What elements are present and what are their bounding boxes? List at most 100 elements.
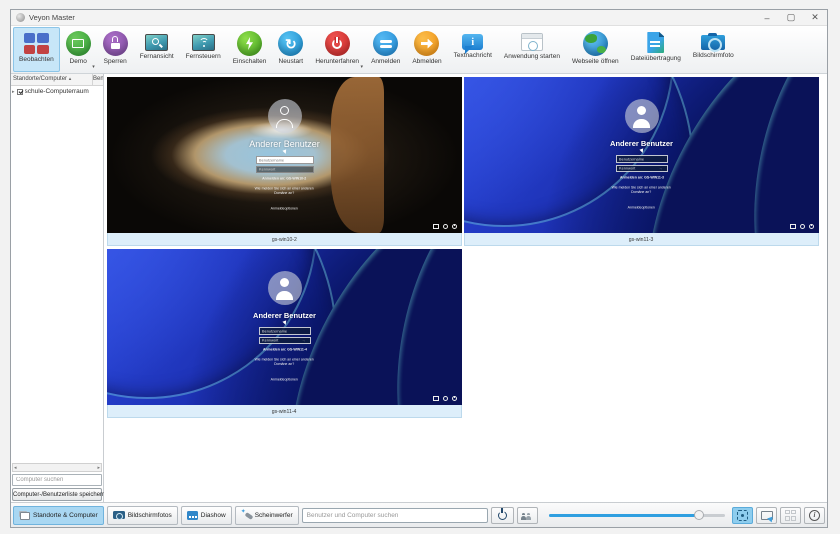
toolbar-button-neustart[interactable]: ↻ Neustart (272, 27, 309, 72)
network-icon[interactable] (790, 224, 796, 229)
chevron-down-icon[interactable]: ▾ (361, 64, 364, 70)
toolbar-button-bildschirmfoto[interactable]: Bildschirmfoto (687, 27, 740, 72)
sort-ascending-icon: ▴ (69, 76, 72, 82)
remote-control-icon (192, 34, 215, 51)
power-icon[interactable] (452, 224, 457, 229)
username-field[interactable]: Benutzername (616, 155, 668, 163)
computer-name-label: gs-win11-3 (464, 233, 819, 246)
grid-view-icon (785, 510, 796, 521)
locations-computers-panel: Standorte/Computer ▴ Benutzer ▸ schule-C… (11, 74, 104, 502)
toolbar-button-demo[interactable]: Demo ▾ (60, 27, 97, 72)
tab-bildschirmfotos[interactable]: Bildschirmfotos (107, 506, 178, 525)
username-field[interactable]: Benutzername (259, 327, 311, 335)
scroll-left-icon[interactable]: ◂ (13, 465, 18, 471)
toolbar-button-anmelden[interactable]: Anmelden (365, 27, 406, 72)
text-message-icon: i (462, 34, 483, 50)
toolbar-button-sperren[interactable]: Sperren (97, 27, 134, 72)
scroll-right-icon[interactable]: ▸ (96, 465, 101, 471)
computer-tree: ▸ schule-Computerraum (11, 86, 103, 463)
monitoring-grid-icon (24, 33, 49, 54)
mouse-cursor-icon (282, 320, 287, 325)
password-field[interactable]: Kennwort→ (259, 337, 311, 344)
toolbar-button-fernansicht[interactable]: Fernansicht (134, 27, 180, 72)
logon-target-text: Anmelden an: GS-WIN11-4 (263, 348, 307, 352)
chevron-down-icon[interactable]: ▾ (92, 64, 95, 70)
info-button[interactable]: i (804, 507, 825, 524)
tree-item-schule-computerraum[interactable]: ▸ schule-Computerraum (11, 86, 103, 97)
computer-search-input[interactable] (12, 474, 102, 486)
toolbar-button-herunterfahren[interactable]: Herunterfahren ▾ (309, 27, 365, 72)
computer-name-label: gs-win11-4 (107, 405, 462, 418)
power-master-button[interactable] (491, 507, 514, 524)
user-computer-search-input[interactable] (302, 508, 488, 523)
slider-handle[interactable] (694, 510, 704, 520)
signin-options-link[interactable]: Anmeldeoptionen (628, 206, 655, 210)
accessibility-icon[interactable] (800, 224, 805, 229)
power-icon[interactable] (452, 396, 457, 401)
thumbnail-size-slider[interactable] (549, 507, 725, 524)
minimize-button[interactable]: – (755, 10, 779, 25)
tab-standorte-computer[interactable]: Standorte & Computer (13, 506, 104, 525)
app-icon (16, 13, 25, 22)
computer-thumbnail-gs-win11-3[interactable]: Anderer Benutzer Benutzername Kennwort→ … (464, 77, 819, 246)
username-field[interactable]: Benutzername (256, 156, 314, 164)
tab-scheinwerfer[interactable]: Scheinwerfer (235, 506, 299, 525)
reboot-icon: ↻ (278, 31, 303, 56)
computer-thumbnail-gs-win10-2[interactable]: Anderer Benutzer Benutzername Kennwort A… (107, 77, 462, 246)
computer-name-label: gs-win10-2 (107, 233, 462, 246)
screenshot-icon (701, 35, 725, 50)
auto-fit-button[interactable] (732, 507, 753, 524)
accessibility-icon[interactable] (443, 224, 448, 229)
login-screen: Anderer Benutzer Benutzername Kennwort→ … (107, 249, 462, 405)
password-field[interactable]: Kennwort→ (616, 165, 668, 172)
toolbar-button-fernsteuern[interactable]: Fernsteuern (180, 27, 227, 72)
veyon-master-window: Veyon Master – ▢ ✕ Beobachten Demo ▾ Spe… (10, 9, 828, 528)
toolbar-button-einschalten[interactable]: Einschalten (227, 27, 273, 72)
toolbar-button-abmelden[interactable]: Abmelden (406, 27, 447, 72)
signin-options-link[interactable]: Anmeldeoptionen (271, 378, 298, 382)
maximize-button[interactable]: ▢ (779, 10, 803, 25)
tab-diashow[interactable]: Diashow (181, 506, 232, 525)
toolbar-button-beobachten[interactable]: Beobachten (13, 27, 60, 72)
demo-presentation-icon (66, 31, 91, 56)
spotlight-icon (241, 510, 252, 520)
power-on-icon (237, 31, 262, 56)
power-icon[interactable] (809, 224, 814, 229)
submit-arrow-icon[interactable]: → (302, 339, 305, 342)
horizontal-scrollbar[interactable]: ◂ ▸ (12, 463, 102, 472)
monitoring-area: Anderer Benutzer Benutzername Kennwort A… (104, 74, 827, 502)
bottom-bar: Standorte & Computer Bildschirmfotos Dia… (11, 502, 827, 527)
submit-arrow-icon[interactable]: → (659, 167, 662, 170)
password-field[interactable]: Kennwort (256, 166, 314, 173)
locations-computers-icon (19, 511, 30, 520)
save-computer-list-button[interactable]: Computer-/Benutzerliste speichern (12, 488, 102, 501)
signin-options-link[interactable]: Anmeldeoptionen (271, 207, 298, 211)
window-title: Veyon Master (29, 13, 755, 22)
toolbar-button-anwendung-starten[interactable]: Anwendung starten (498, 27, 566, 72)
close-button[interactable]: ✕ (803, 10, 827, 25)
custom-arrangement-icon (761, 511, 773, 520)
checkbox-checked-icon[interactable] (17, 89, 23, 95)
accessibility-icon[interactable] (443, 396, 448, 401)
toolbar-button-textnachricht[interactable]: i Textnachricht (448, 27, 498, 72)
login-users-icon (521, 511, 533, 520)
lock-icon (103, 31, 128, 56)
custom-arrangement-button[interactable] (756, 507, 777, 524)
tree-header[interactable]: Standorte/Computer ▴ Benutzer (11, 74, 103, 86)
network-icon[interactable] (433, 224, 439, 229)
login-tray (433, 224, 457, 229)
mouse-cursor-icon (282, 149, 287, 154)
toolbar-button-webseite-oeffnen[interactable]: Webseite öffnen (566, 27, 625, 72)
title-bar[interactable]: Veyon Master – ▢ ✕ (11, 10, 827, 26)
login-users-button[interactable] (517, 507, 538, 524)
toolbar-button-dateiuebertragung[interactable]: Dateiübertragung (625, 27, 687, 72)
network-icon[interactable] (433, 396, 439, 401)
open-website-icon (583, 31, 608, 56)
login-tray (433, 396, 457, 401)
file-transfer-icon (647, 32, 664, 53)
tree-header-users[interactable]: Benutzer (93, 74, 103, 85)
grid-view-button[interactable] (780, 507, 801, 524)
computer-thumbnail-gs-win11-4[interactable]: Anderer Benutzer Benutzername Kennwort→ … (107, 249, 462, 418)
shutdown-icon (325, 31, 350, 56)
expander-icon[interactable]: ▸ (12, 89, 15, 95)
